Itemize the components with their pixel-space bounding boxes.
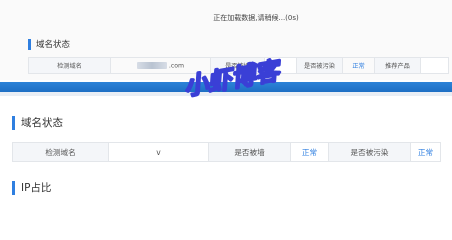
domain-status-heading-top: 域名状态 <box>28 38 70 50</box>
domain-status-table: 检测域名 v 是否被墙 正常 是否被污染 正常 <box>12 142 441 162</box>
blocked-status-cell <box>264 57 297 74</box>
ip-share-heading: IP占比 <box>12 180 51 195</box>
recommend-label-cell: 推荐产品 <box>374 57 421 74</box>
polluted-label-cell: 是否被污染 <box>296 57 343 74</box>
banner-divider <box>0 92 452 96</box>
blue-banner-strip <box>0 82 452 92</box>
redacted-domain <box>136 61 167 69</box>
polluted-status-cell: 正常 <box>342 57 375 74</box>
domain-value-cell: .com <box>110 57 211 74</box>
domain-status-heading: 域名状态 <box>12 115 63 130</box>
heading-text: 域名状态 <box>36 40 71 50</box>
domain-status-table-top: 检测域名 .com 是否被墙 是否被污染 正常 推荐产品 <box>28 57 449 74</box>
heading-text: 域名状态 <box>21 117 63 129</box>
heading-accent-bar <box>28 38 31 50</box>
domain-suffix: .com <box>168 62 185 70</box>
domain-label-cell: 检测域名 <box>28 57 111 74</box>
heading-accent-bar <box>12 180 15 195</box>
blocked-status-cell: 正常 <box>290 142 329 162</box>
recommend-value-cell <box>420 57 449 74</box>
blocked-label-cell: 是否被墙 <box>210 57 265 74</box>
polluted-label-cell: 是否被污染 <box>328 142 411 162</box>
loading-status: 正在加载数据,请稍候...(0s) <box>213 14 299 22</box>
heading-text: IP占比 <box>21 182 52 194</box>
polluted-status-cell: 正常 <box>410 142 441 162</box>
domain-value-cell: v <box>108 142 209 162</box>
domain-label-cell: 检测域名 <box>12 142 109 162</box>
blocked-label-cell: 是否被墙 <box>208 142 291 162</box>
heading-accent-bar <box>12 115 15 130</box>
